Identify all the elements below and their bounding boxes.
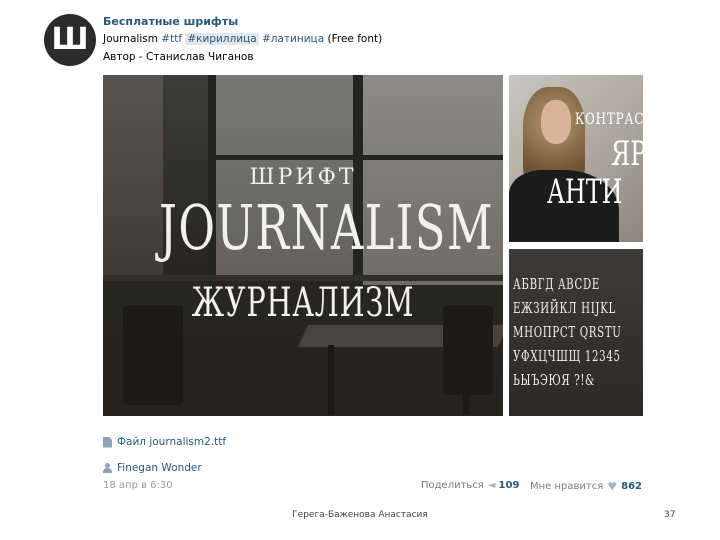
attachment-label: Файл journalism2.ttf <box>117 436 227 448</box>
like-label: Мне нравится <box>530 481 604 492</box>
main-photo-caption-2: JOURNALISM <box>159 191 494 264</box>
post-title: Journalism <box>103 33 158 45</box>
hashtag-latin[interactable]: #латиница <box>262 33 324 45</box>
alphabet-line: УФХЦЧШЩ 12345 <box>513 347 621 365</box>
portrait-caption-2: ЯР <box>611 134 643 174</box>
post-free-font-note: (Free font) <box>327 33 383 45</box>
alphabet-photo[interactable]: АБВГД ABCDE ЕЖЗИЙКЛ HIJKL МНОПРСТ QRSTU … <box>509 249 643 416</box>
like-count: 862 <box>621 481 642 492</box>
heart-icon: ♥ <box>607 480 618 493</box>
megaphone-icon: ◄ <box>487 480 496 491</box>
main-photo[interactable]: ШРИФТ JOURNALISM ЖУРНАЛИЗМ <box>103 75 503 416</box>
share-button[interactable]: Поделиться ◄ 109 <box>421 480 519 491</box>
portrait-photo[interactable]: КОНТРАС ЯР АНТИ <box>509 75 643 242</box>
share-label: Поделиться <box>421 480 484 491</box>
group-avatar[interactable]: Ш <box>44 14 96 66</box>
alphabet-line: АБВГД ABCDE <box>513 275 600 293</box>
hashtag-ttf[interactable]: #ttf <box>161 33 182 45</box>
attachment-link[interactable]: Файл journalism2.ttf <box>103 436 226 448</box>
page-number: 37 <box>664 510 676 520</box>
person-icon <box>103 463 112 473</box>
main-photo-caption-3: ЖУРНАЛИЗМ <box>191 280 415 326</box>
hashtag-cyrillic[interactable]: #кириллица <box>185 33 259 45</box>
footer-author: Герега-Баженова Анастасия <box>292 510 428 520</box>
like-button[interactable]: Мне нравится ♥ 862 <box>530 480 642 493</box>
group-name-link[interactable]: Бесплатные шрифты <box>103 15 238 28</box>
alphabet-line: ЬЫЪЭЮЯ ?!& <box>513 371 595 389</box>
signer-name: Finegan Wonder <box>117 462 202 474</box>
portrait-caption-3: АНТИ <box>547 172 623 212</box>
portrait-caption-1: КОНТРАС <box>575 109 643 128</box>
alphabet-line: ЕЖЗИЙКЛ HIJKL <box>513 299 616 317</box>
share-count: 109 <box>498 480 520 491</box>
main-photo-caption-1: ШРИФТ <box>249 165 357 190</box>
post-text: Journalism #ttf #кириллица #латиница (Fr… <box>103 33 382 45</box>
author-line: Автор - Станислав Чиганов <box>103 51 254 63</box>
avatar-letter: Ш <box>51 22 89 57</box>
alphabet-line: МНОПРСТ QRSTU <box>513 323 622 341</box>
signer-link[interactable]: Finegan Wonder <box>103 462 202 474</box>
file-icon <box>103 436 112 448</box>
post-date[interactable]: 18 апр в 6:30 <box>103 480 173 491</box>
